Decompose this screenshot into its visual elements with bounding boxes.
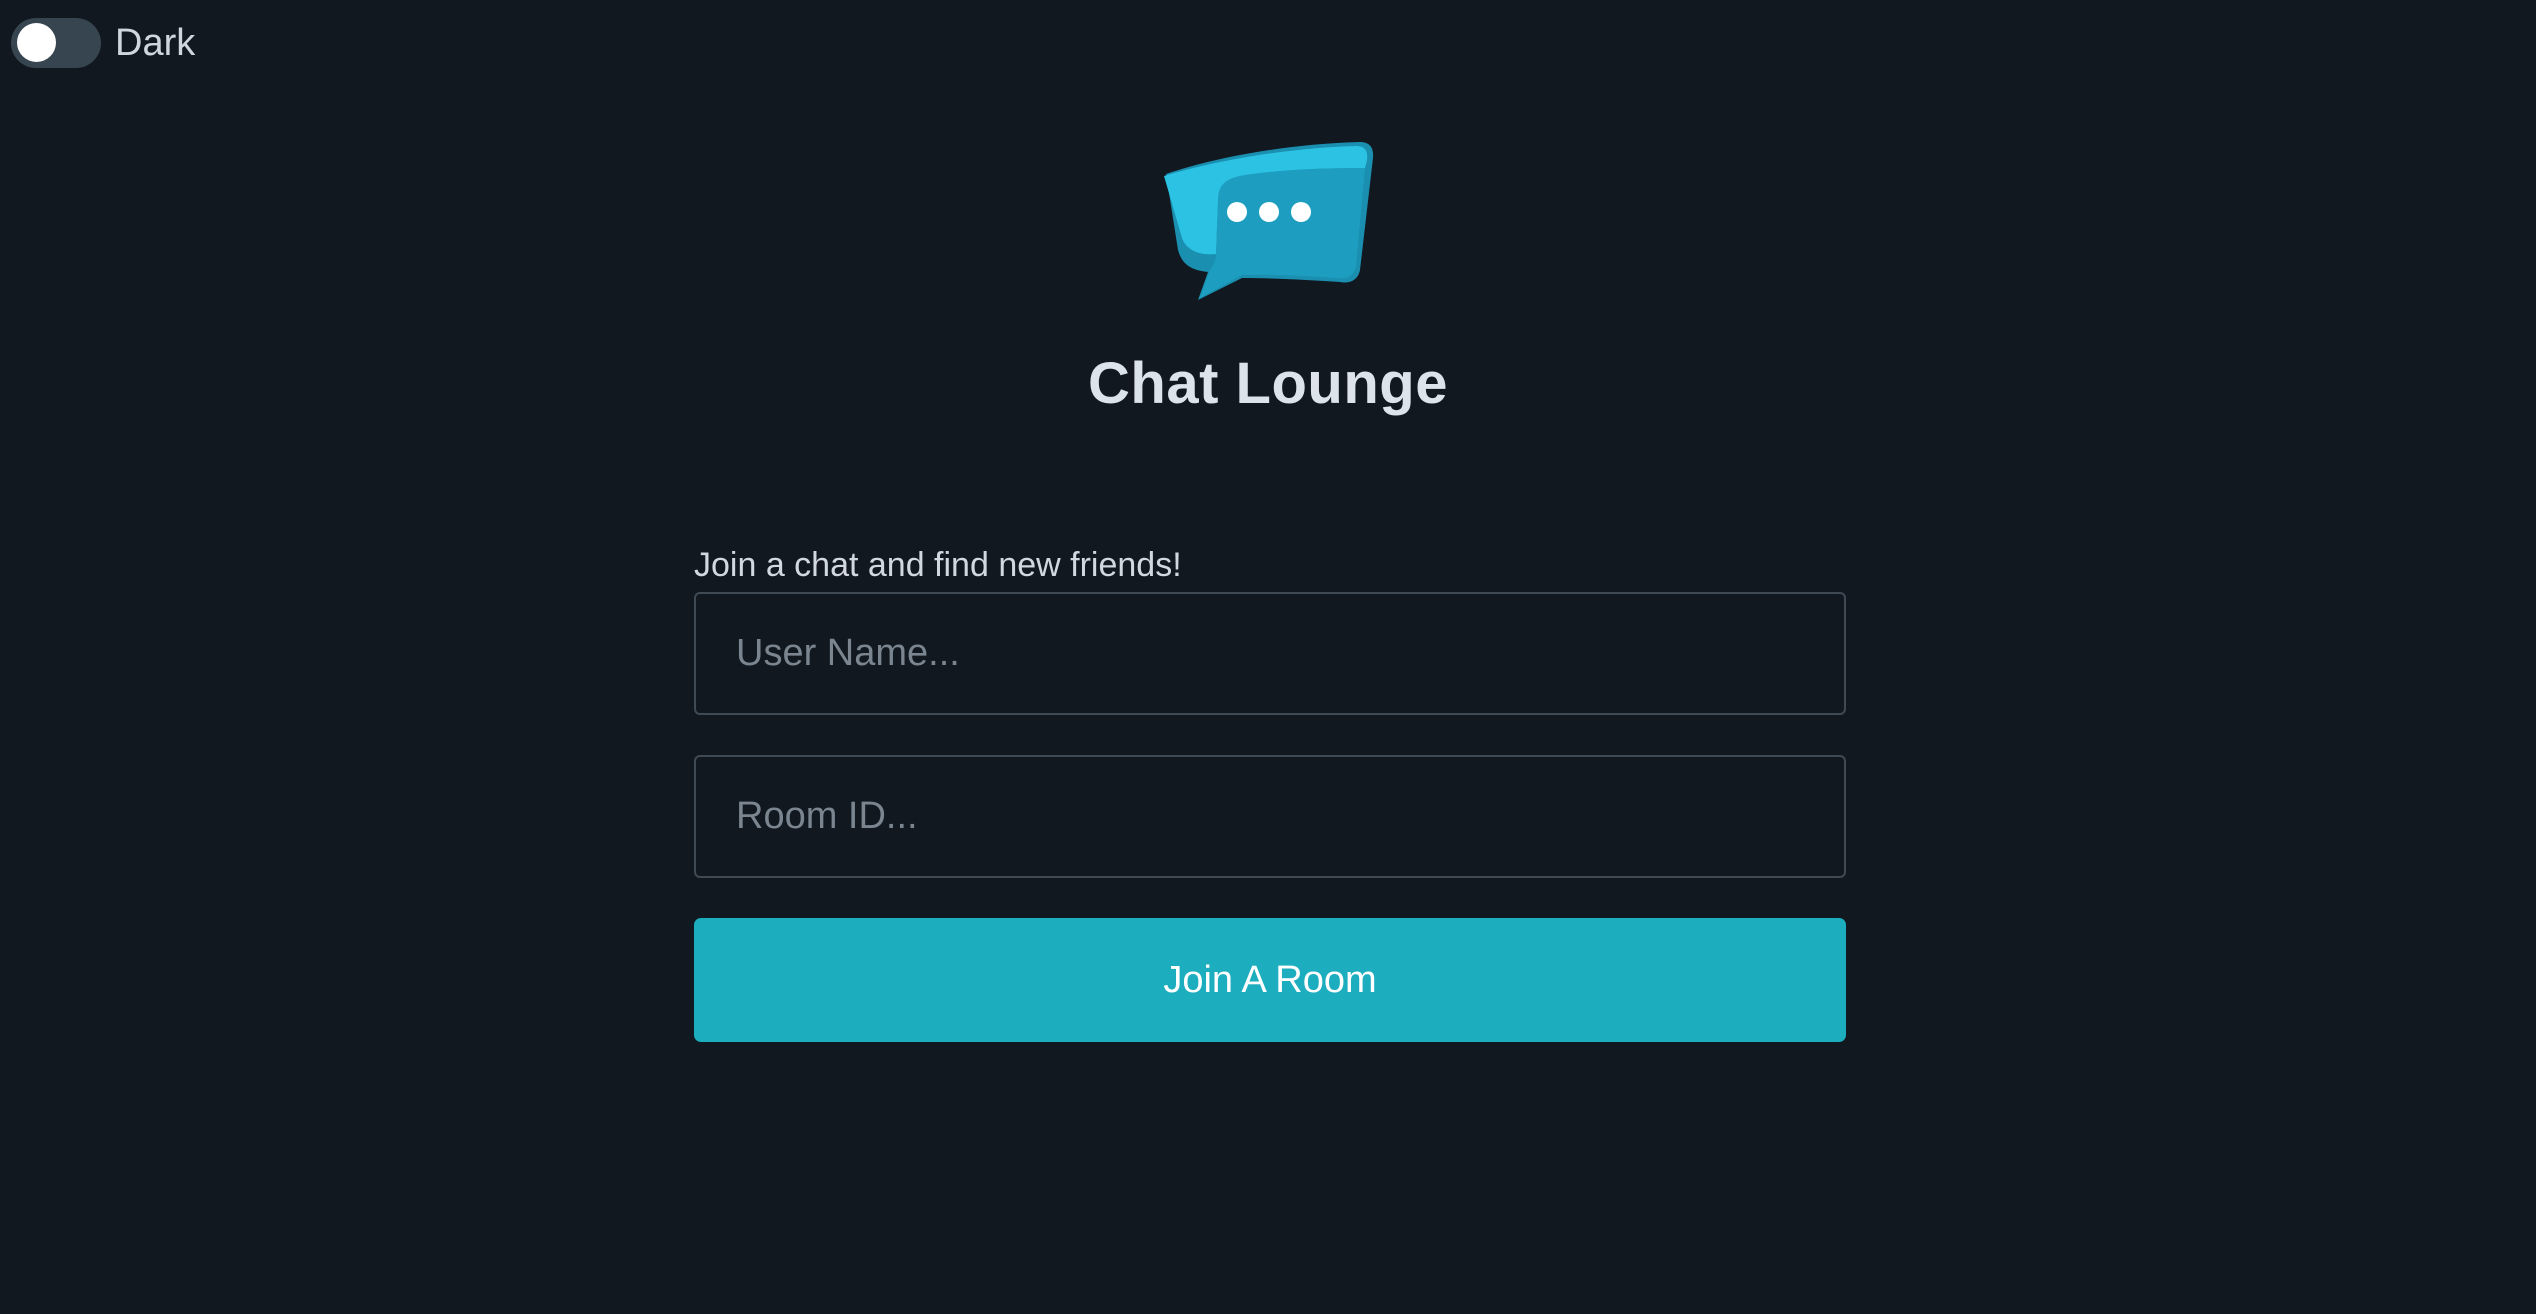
join-room-form: Join a chat and find new friends! Join A… bbox=[694, 540, 1846, 1042]
app-title: Chat Lounge bbox=[1088, 351, 1448, 416]
toggle-label: Dark bbox=[115, 22, 196, 64]
toggle-switch-track[interactable] bbox=[11, 18, 101, 68]
room-id-input[interactable] bbox=[694, 755, 1846, 878]
dark-mode-toggle[interactable]: Dark bbox=[11, 18, 195, 68]
chat-bubble-icon bbox=[1164, 142, 1374, 300]
form-tagline: Join a chat and find new friends! bbox=[694, 546, 1182, 584]
toggle-switch-knob[interactable] bbox=[17, 23, 56, 62]
join-page: Dark Chat Lounge Join a chat and find ne… bbox=[0, 0, 2536, 1314]
username-input[interactable] bbox=[694, 592, 1846, 715]
join-room-button[interactable]: Join A Room bbox=[694, 918, 1846, 1042]
